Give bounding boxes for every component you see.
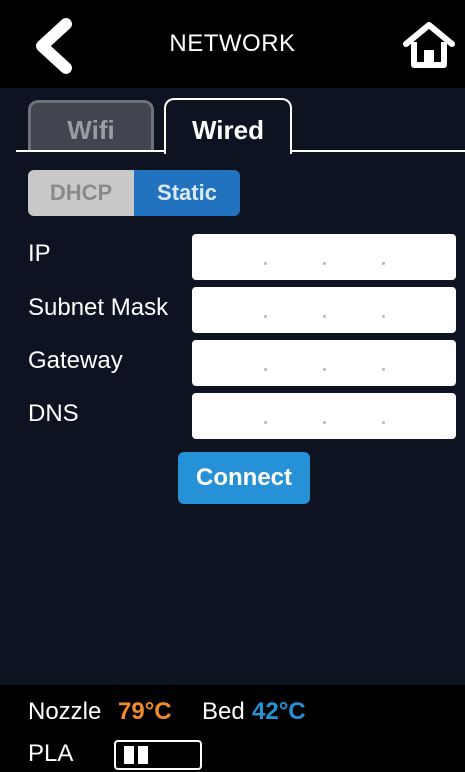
home-button[interactable] (402, 20, 456, 70)
octet-separator (382, 315, 385, 318)
ip-input[interactable] (192, 234, 456, 280)
toggle-bar (124, 746, 134, 764)
connect-button[interactable]: Connect (178, 452, 310, 504)
octet-separator (264, 421, 267, 424)
tab-wired[interactable]: Wired (164, 98, 292, 154)
octet-separator (264, 315, 267, 318)
ip-mode-toggle: DHCP Static (28, 170, 240, 216)
toggle-bar (138, 746, 148, 764)
octet-separator (323, 368, 326, 371)
filament-label: PLA (28, 740, 74, 767)
octet-separator (323, 315, 326, 318)
page-title: NETWORK (169, 30, 296, 57)
bed-label: Bed (202, 698, 245, 725)
gateway-label: Gateway (28, 347, 123, 374)
nozzle-temperature: 79°C (118, 698, 172, 725)
header-bar: NETWORK (0, 0, 465, 88)
gateway-input[interactable] (192, 340, 456, 386)
dhcp-button[interactable]: DHCP (28, 170, 134, 216)
static-button[interactable]: Static (134, 170, 240, 216)
octet-separator (323, 421, 326, 424)
octet-separator (382, 421, 385, 424)
subnet-mask-input[interactable] (192, 287, 456, 333)
nozzle-label: Nozzle (28, 698, 102, 725)
filament-toggle[interactable] (114, 740, 202, 770)
octet-separator (382, 262, 385, 265)
network-screen: NETWORK Wifi Wired DHCP Static IP Subnet… (0, 0, 465, 772)
dns-input[interactable] (192, 393, 456, 439)
octet-separator (264, 262, 267, 265)
tab-wifi[interactable]: Wifi (28, 100, 154, 150)
subnet-mask-label: Subnet Mask (28, 294, 169, 321)
dns-label: DNS (28, 400, 79, 427)
octet-separator (264, 368, 267, 371)
octet-separator (382, 368, 385, 371)
octet-separator (323, 262, 326, 265)
home-icon (403, 22, 455, 68)
ip-label: IP (28, 240, 51, 267)
bed-temperature: 42°C (252, 698, 306, 725)
